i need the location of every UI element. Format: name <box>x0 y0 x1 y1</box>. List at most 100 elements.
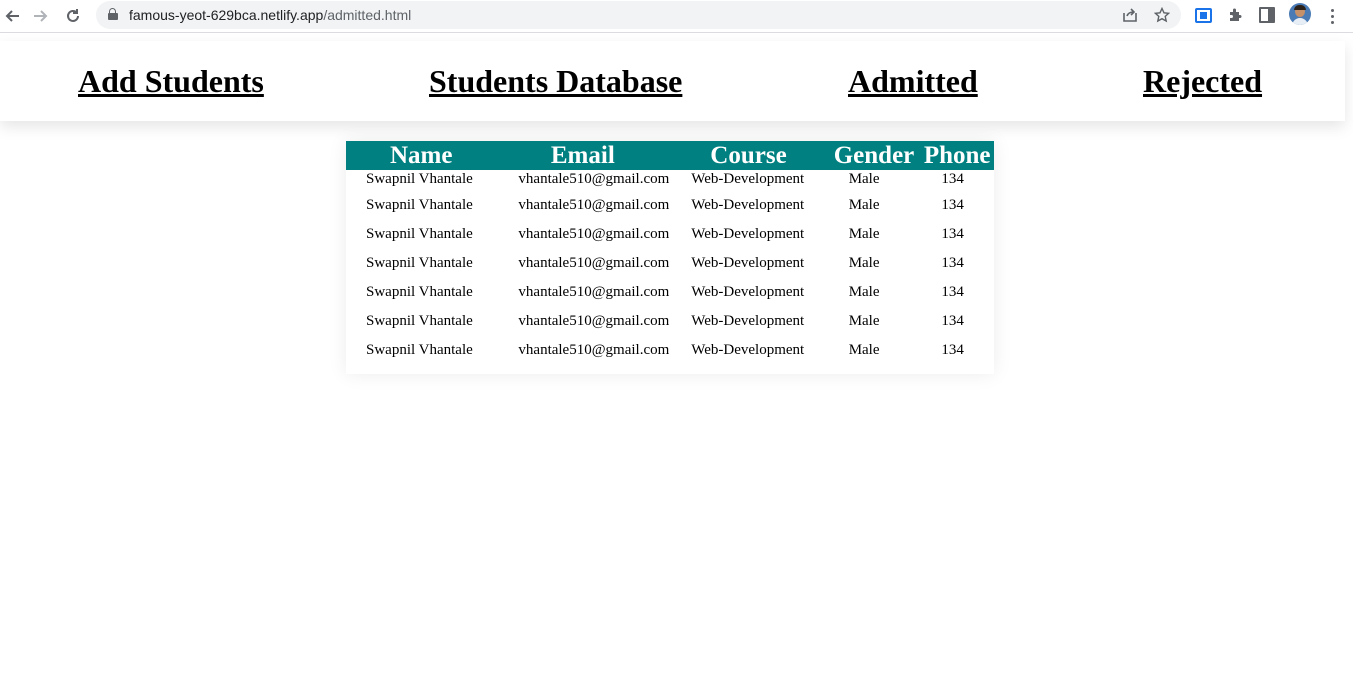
cell-gender-text: Male <box>848 171 880 187</box>
cell-course-text: Web-Development <box>691 226 805 242</box>
star-icon[interactable] <box>1152 5 1172 25</box>
cell-gender: Male <box>828 278 921 307</box>
cell-course-text: Web-Development <box>691 171 805 187</box>
nav-link-students-database[interactable]: Students Database <box>429 63 682 100</box>
cell-name-text: Swapnil Vhantale <box>366 284 473 300</box>
cell-phone: 134 <box>920 249 994 278</box>
cell-course: Web-Development <box>669 336 827 365</box>
table-row: Swapnil Vhantale vhantale510@gmail.com Web… <box>346 191 994 220</box>
cell-email-text: vhantale510@gmail.com <box>518 313 670 329</box>
column-header-phone: Phone <box>923 142 991 169</box>
menu-icon[interactable] <box>1322 6 1342 26</box>
cell-gender: Male <box>828 336 921 365</box>
cell-email: vhantale510@gmail.com <box>496 170 669 191</box>
cell-course: Web-Development <box>669 278 827 307</box>
profile-avatar[interactable] <box>1289 3 1311 25</box>
cell-email-text: vhantale510@gmail.com <box>518 255 670 271</box>
cell-course: Web-Development <box>669 249 827 278</box>
nav-link-admitted[interactable]: Admitted <box>848 63 978 100</box>
cell-gender-text: Male <box>848 197 880 213</box>
column-header-gender: Gender <box>833 142 915 169</box>
cell-name-text: Swapnil Vhantale <box>366 226 473 242</box>
cell-email: vhantale510@gmail.com <box>496 220 669 249</box>
cell-course-text: Web-Development <box>691 197 805 213</box>
cell-gender: Male <box>828 220 921 249</box>
admitted-students-table: Name Email Course Gender Phone Swapnil V… <box>346 141 994 365</box>
cell-name-text: Swapnil Vhantale <box>366 342 473 358</box>
reload-icon[interactable] <box>61 4 85 28</box>
url-path: /admitted.html <box>323 7 412 23</box>
cell-name: Swapnil Vhantale <box>346 191 496 220</box>
back-icon[interactable] <box>0 4 24 28</box>
cell-phone-text: 134 <box>941 313 964 329</box>
url-text[interactable]: famous-yeot-629bca.netlify.app/admitted.… <box>129 7 411 23</box>
cell-phone-text: 134 <box>941 226 964 242</box>
cell-phone-text: 134 <box>941 284 964 300</box>
cell-email-text: vhantale510@gmail.com <box>518 197 670 213</box>
column-header-email: Email <box>550 142 615 169</box>
cell-course-text: Web-Development <box>691 313 805 329</box>
cell-name: Swapnil Vhantale <box>346 249 496 278</box>
share-icon[interactable] <box>1120 5 1140 25</box>
cell-name-text: Swapnil Vhantale <box>366 313 473 329</box>
screen-capture-icon[interactable] <box>1192 4 1214 26</box>
cell-email-text: vhantale510@gmail.com <box>518 171 670 187</box>
cell-name-text: Swapnil Vhantale <box>366 171 473 187</box>
lock-icon[interactable] <box>108 8 118 20</box>
cell-email-text: vhantale510@gmail.com <box>518 284 670 300</box>
page-nav: Add Students Students Database Admitted … <box>0 41 1345 121</box>
cell-course: Web-Development <box>669 191 827 220</box>
side-panel-icon[interactable] <box>1256 4 1278 26</box>
cell-email: vhantale510@gmail.com <box>496 249 669 278</box>
cell-phone: 134 <box>920 170 994 191</box>
cell-email-text: vhantale510@gmail.com <box>518 342 670 358</box>
table-row: Swapnil Vhantale vhantale510@gmail.com Web… <box>346 307 994 336</box>
cell-gender: Male <box>828 249 921 278</box>
table-header-row: Name Email Course Gender Phone <box>346 141 994 170</box>
table-row: Swapnil Vhantale vhantale510@gmail.com Web… <box>346 336 994 365</box>
cell-course-text: Web-Development <box>691 284 805 300</box>
cell-phone-text: 134 <box>941 342 964 358</box>
extensions-icon[interactable] <box>1224 4 1246 26</box>
browser-toolbar: famous-yeot-629bca.netlify.app/admitted.… <box>0 0 1353 33</box>
cell-name: Swapnil Vhantale <box>346 170 496 191</box>
cell-name: Swapnil Vhantale <box>346 307 496 336</box>
cell-gender-text: Male <box>848 226 880 242</box>
url-host: famous-yeot-629bca.netlify.app <box>129 7 324 23</box>
cell-course-text: Web-Development <box>691 342 805 358</box>
cell-email-text: vhantale510@gmail.com <box>518 226 670 242</box>
cell-gender: Male <box>828 191 921 220</box>
cell-email: vhantale510@gmail.com <box>496 336 669 365</box>
column-header-name: Name <box>389 142 453 169</box>
table-row: Swapnil Vhantale vhantale510@gmail.com Web… <box>346 220 994 249</box>
cell-name: Swapnil Vhantale <box>346 278 496 307</box>
cell-name-text: Swapnil Vhantale <box>366 197 473 213</box>
nav-link-add-students[interactable]: Add Students <box>78 63 264 100</box>
cell-gender: Male <box>828 170 921 191</box>
cell-gender-text: Male <box>848 284 880 300</box>
forward-icon[interactable] <box>29 4 53 28</box>
table-row: Swapnil Vhantale vhantale510@gmail.com Web… <box>346 249 994 278</box>
cell-gender: Male <box>828 307 921 336</box>
address-bar[interactable]: famous-yeot-629bca.netlify.app/admitted.… <box>96 1 1181 29</box>
cell-phone-text: 134 <box>941 197 964 213</box>
cell-course-text: Web-Development <box>691 255 805 271</box>
nav-link-rejected[interactable]: Rejected <box>1143 63 1262 100</box>
cell-email: vhantale510@gmail.com <box>496 307 669 336</box>
cell-email: vhantale510@gmail.com <box>496 191 669 220</box>
cell-phone-text: 134 <box>941 255 964 271</box>
cell-phone-text: 134 <box>941 171 964 187</box>
cell-name: Swapnil Vhantale <box>346 220 496 249</box>
cell-course: Web-Development <box>669 307 827 336</box>
cell-email: vhantale510@gmail.com <box>496 278 669 307</box>
cell-name-text: Swapnil Vhantale <box>366 255 473 271</box>
cell-course: Web-Development <box>669 170 827 191</box>
cell-name: Swapnil Vhantale <box>346 336 496 365</box>
cell-course: Web-Development <box>669 220 827 249</box>
cell-gender-text: Male <box>848 313 880 329</box>
column-header-course: Course <box>710 142 787 169</box>
cell-gender-text: Male <box>848 342 880 358</box>
cell-phone: 134 <box>920 278 994 307</box>
table-row: Swapnil Vhantale vhantale510@gmail.com Web… <box>346 278 994 307</box>
cell-phone: 134 <box>920 336 994 365</box>
